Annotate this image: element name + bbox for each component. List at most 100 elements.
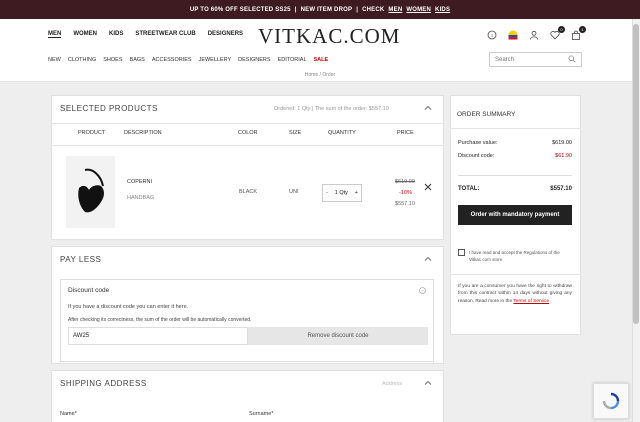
info-icon[interactable]: ? — [419, 287, 426, 296]
wishlist-count-badge: 0 — [558, 26, 565, 33]
wishlist-icon[interactable]: 0 — [549, 26, 565, 41]
cat-shoes[interactable]: SHOES — [103, 57, 122, 63]
product-type: HANDBAG — [127, 195, 155, 201]
divider — [450, 128, 581, 129]
divider — [458, 175, 572, 176]
promo-text-check: CHECK — [362, 6, 385, 13]
collapse-chevron-icon[interactable] — [424, 379, 432, 389]
cat-clothing[interactable]: CLOTHING — [68, 57, 96, 63]
discount-hint-1: If you have a discount code you can ente… — [68, 304, 189, 310]
total-row: TOTAL: $557.10 — [458, 186, 572, 192]
nav-men[interactable]: MEN — [48, 31, 62, 38]
quantity-minus-button[interactable]: - — [326, 190, 328, 196]
currency-flag-icon[interactable] — [507, 29, 519, 41]
order-summary-line: Ordered: 1 Qty | The sum of the order: $… — [274, 106, 389, 112]
remove-item-close-icon[interactable] — [424, 183, 432, 193]
product-old-price: $619.00 — [395, 179, 415, 185]
divider — [450, 274, 581, 275]
accept-terms-text: I have read and accept the Regulations o… — [469, 250, 560, 262]
handbag-icon — [77, 168, 104, 213]
pay-less-title: PAY LESS — [60, 255, 102, 264]
promo-bar: UP TO 60% OFF SELECTED SS25 | NEW ITEM D… — [0, 0, 640, 19]
search-placeholder: Search — [495, 56, 515, 63]
cart-icon[interactable]: 1 — [570, 26, 586, 41]
col-product: PRODUCT — [78, 130, 106, 136]
accept-terms-checkbox[interactable] — [458, 249, 465, 256]
col-size: SIZE — [289, 130, 302, 136]
shipping-title: SHIPPING ADDRESS — [60, 379, 147, 388]
purchase-value-row: Purchase value: $619.00 — [458, 140, 572, 146]
total-label: TOTAL: — [458, 186, 480, 192]
promo-link-men[interactable]: MEN — [388, 7, 402, 13]
purchase-value: $619.00 — [552, 140, 572, 146]
product-brand[interactable]: COPERNI — [127, 179, 152, 185]
quantity-stepper: - 1 Qty + — [322, 184, 362, 202]
col-color: COLOR — [238, 130, 258, 136]
discount-row: Discount code: $61.90 — [458, 153, 572, 159]
purchase-value-label: Purchase value: — [458, 140, 498, 146]
discount-hint-2: After checking its correctness, the sum … — [68, 317, 252, 323]
order-button[interactable]: Order with mandatory payment — [458, 205, 572, 225]
product-discount-badge: -10% — [399, 190, 412, 196]
breadcrumb: Home / Order — [0, 72, 640, 78]
quantity-plus-button[interactable]: + — [355, 190, 358, 196]
product-price: $557.10 — [395, 201, 415, 207]
order-summary-title: ORDER SUMMARY — [457, 111, 516, 118]
discount-code-input[interactable]: AW25 — [68, 327, 248, 345]
cat-bags[interactable]: BAGS — [130, 57, 145, 63]
withdrawal-notice: If you are a consumer you have the right… — [458, 283, 572, 305]
header-icons: i 0 1 — [486, 26, 586, 41]
promo-separator: | — [294, 6, 297, 13]
terms-link[interactable]: Terms of Service — [513, 299, 549, 304]
promo-text-drop: NEW ITEM DROP — [300, 6, 353, 13]
divider — [51, 145, 444, 146]
breadcrumb-home[interactable]: Home — [305, 72, 318, 78]
nav-designers[interactable]: DESIGNERS — [208, 31, 243, 38]
remove-discount-button[interactable]: Remove discount code — [248, 327, 428, 345]
col-description: DESCRIPTION — [124, 130, 162, 136]
cat-accessories[interactable]: ACCESSORIES — [152, 57, 192, 63]
product-color: BLACK — [239, 189, 258, 195]
scrollbar-thumb[interactable] — [633, 24, 639, 324]
cat-editorial[interactable]: EDITORIAL — [278, 57, 307, 63]
col-price: PRICE — [397, 130, 414, 136]
discount-label: Discount code: — [458, 153, 495, 159]
search-icon[interactable] — [568, 54, 576, 65]
discount-value: $61.90 — [555, 153, 572, 159]
nav-streetwear-club[interactable]: STREETWEAR CLUB — [135, 31, 195, 38]
recaptcha-badge[interactable] — [593, 383, 629, 419]
collapse-chevron-icon[interactable] — [424, 255, 432, 265]
promo-text-sale: UP TO 60% OFF SELECTED SS25 — [189, 6, 291, 13]
promo-link-kids[interactable]: KIDS — [435, 7, 450, 13]
nav-women[interactable]: WOMEN — [73, 31, 97, 38]
cat-new[interactable]: NEW — [48, 57, 61, 63]
site-logo[interactable]: VITKAC.COM — [258, 24, 400, 49]
product-size: UNI — [289, 189, 299, 195]
svg-text:?: ? — [421, 288, 424, 293]
product-image[interactable] — [66, 156, 115, 228]
total-value: $557.10 — [550, 186, 572, 192]
breadcrumb-separator: / — [319, 72, 321, 78]
help-icon[interactable]: i — [486, 29, 498, 41]
gender-nav: MEN WOMEN KIDS STREETWEAR CLUB DESIGNERS — [48, 31, 243, 38]
collapse-chevron-icon[interactable] — [424, 104, 432, 114]
surname-field-label: Surname* — [249, 411, 274, 417]
selected-products-title: SELECTED PRODUCTS — [60, 104, 158, 113]
cat-jewellery[interactable]: JEWELLERY — [199, 57, 232, 63]
divider — [51, 123, 444, 124]
cat-designers[interactable]: DESIGNERS — [238, 57, 270, 63]
recaptcha-icon — [602, 392, 620, 410]
search-input[interactable]: Search — [489, 52, 582, 67]
quantity-value: 1 Qty — [334, 190, 348, 196]
name-field-label: Name* — [60, 411, 77, 417]
nav-kids[interactable]: KIDS — [109, 31, 123, 38]
breadcrumb-current: Order — [322, 72, 336, 78]
svg-text:i: i — [491, 33, 492, 39]
cat-sale[interactable]: SALE — [314, 57, 329, 63]
promo-link-women[interactable]: WOMEN — [406, 7, 431, 13]
shipping-panel — [51, 370, 444, 422]
col-quantity: QUANTITY — [328, 130, 356, 136]
address-select[interactable]: Address — [382, 381, 402, 387]
promo-separator: | — [356, 6, 359, 13]
account-icon[interactable] — [528, 29, 540, 41]
